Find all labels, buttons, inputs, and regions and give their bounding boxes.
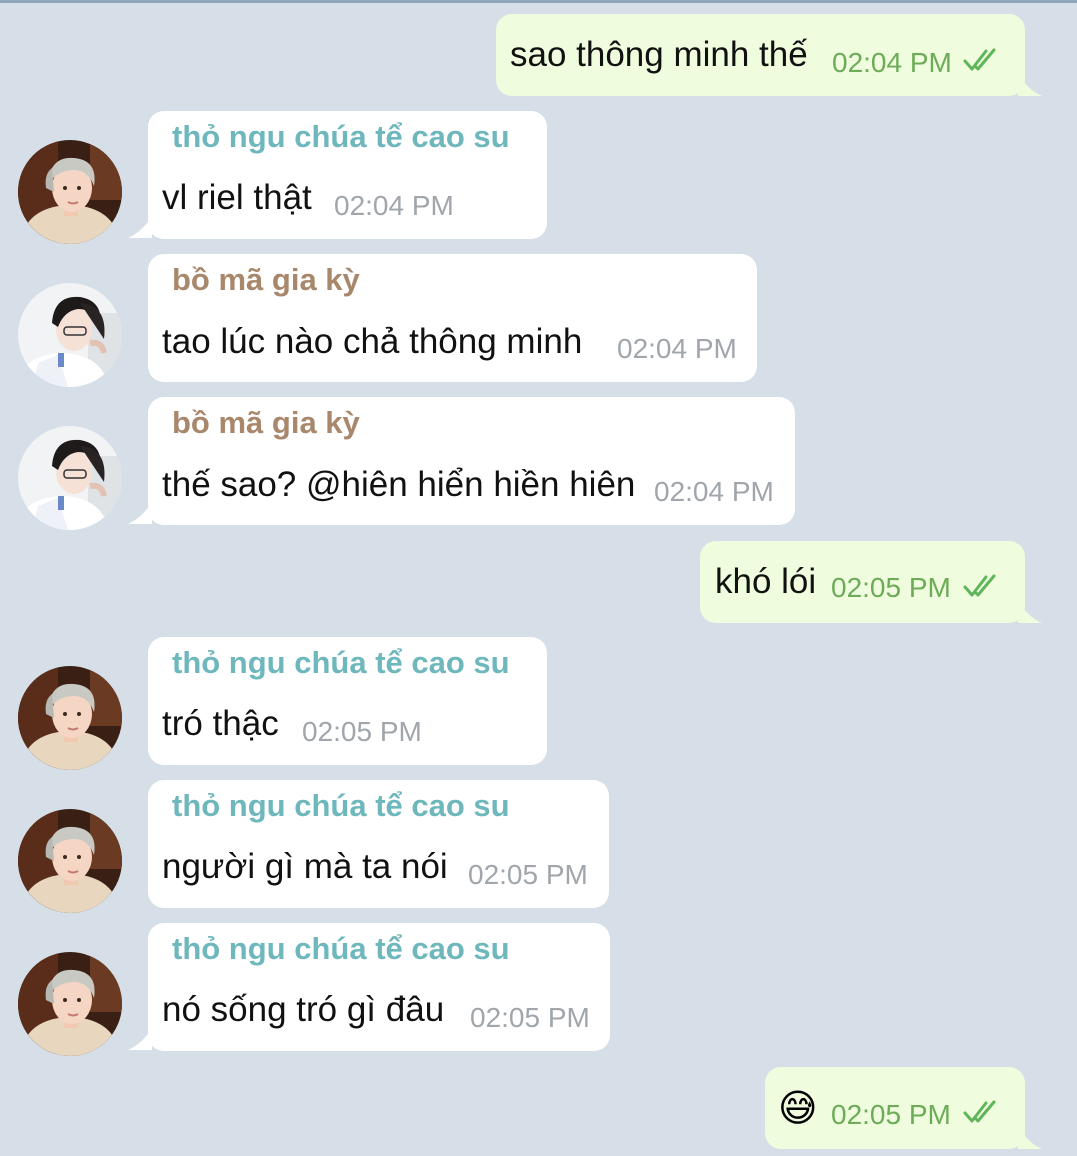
- sender-name: thỏ ngu chúa tể cao su: [172, 931, 510, 966]
- message-time: 02:05 PM: [470, 1002, 590, 1033]
- sender-name: thỏ ngu chúa tể cao su: [172, 645, 510, 680]
- message-time: 02:05 PM: [831, 572, 951, 603]
- double-check-icon: [962, 571, 1002, 601]
- sender-name: thỏ ngu chúa tể cao su: [172, 119, 510, 154]
- bubble-tail: [1018, 601, 1042, 623]
- bubble-tail: [1018, 1127, 1042, 1149]
- message-time: 02:05 PM: [831, 1099, 951, 1130]
- double-check-icon: [962, 1097, 1002, 1127]
- message-text: vl riel thật: [162, 178, 312, 217]
- bubble-tail: [128, 1028, 152, 1050]
- message-time: 02:05 PM: [302, 716, 422, 747]
- message-text: khó lói: [715, 562, 817, 601]
- bubble-tail: [128, 216, 152, 238]
- avatar-bo-icon[interactable]: [18, 426, 122, 530]
- message-text: tao lúc nào chả thông minh: [162, 322, 583, 361]
- avatar-thao-icon[interactable]: [18, 666, 122, 770]
- message-time: 02:04 PM: [832, 47, 952, 78]
- sender-name: bồ mã gia kỳ: [172, 405, 360, 440]
- sender-name: bồ mã gia kỳ: [172, 262, 360, 297]
- message-time: 02:04 PM: [617, 333, 737, 364]
- message-text: thế sao? @hiên hiển hiền hiên: [162, 465, 636, 504]
- message-time: 02:04 PM: [654, 476, 774, 507]
- avatar-bo-icon[interactable]: [18, 283, 122, 387]
- message-text: nó sống tró gì đâu: [162, 990, 445, 1029]
- bubble-tail: [128, 502, 152, 524]
- avatar-thao-icon[interactable]: [18, 809, 122, 913]
- message-time: 02:04 PM: [334, 190, 454, 221]
- message-text: sao thông minh thế: [510, 35, 808, 74]
- avatar-thao-icon[interactable]: [18, 140, 122, 244]
- double-check-icon: [962, 45, 1002, 75]
- grinning-sweat-emoji-icon: 😅: [778, 1088, 818, 1130]
- message-text: tró thậc: [162, 704, 279, 743]
- bubble-tail: [1018, 74, 1042, 96]
- top-divider: [0, 0, 1077, 3]
- avatar-thao-icon[interactable]: [18, 952, 122, 1056]
- message-text: người gì mà ta nói: [162, 847, 448, 886]
- message-time: 02:05 PM: [468, 859, 588, 890]
- sender-name: thỏ ngu chúa tể cao su: [172, 788, 510, 823]
